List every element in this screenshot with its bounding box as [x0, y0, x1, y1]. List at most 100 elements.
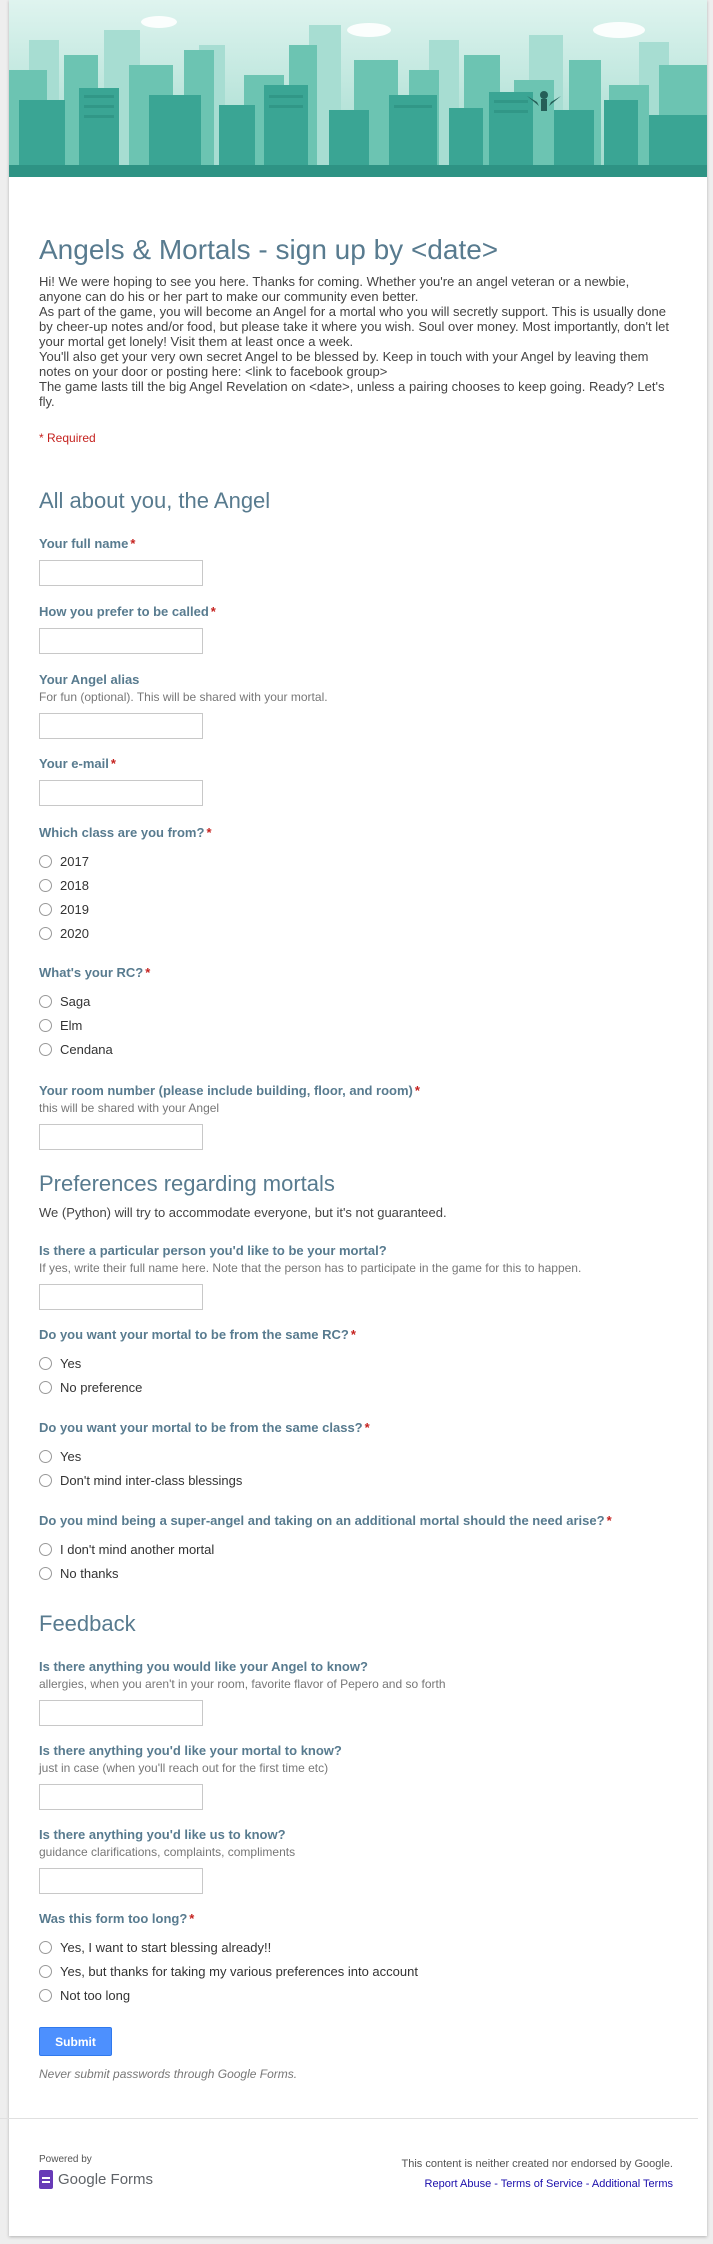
radio-option[interactable]: 2020 [39, 921, 659, 945]
called-input[interactable] [39, 628, 203, 654]
question-help: just in case (when you'll reach out for … [39, 1761, 329, 1775]
radio-button[interactable] [39, 1380, 52, 1394]
question-help: this will be shared with your Angel [39, 1101, 220, 1115]
question-too-long: Was this form too long? * Yes, I want to … [39, 1911, 659, 2007]
radio-button[interactable] [39, 1449, 52, 1463]
radio-option[interactable]: 2019 [39, 897, 659, 921]
radio-option[interactable]: Don't mind inter-class blessings [39, 1468, 659, 1492]
question-room: Your room number (please include buildin… [39, 1083, 659, 1150]
room-input[interactable] [39, 1124, 203, 1150]
question-label: Was this form too long? [39, 1911, 188, 1926]
required-star: * [350, 1327, 356, 1342]
radio-button[interactable] [39, 1542, 52, 1556]
radio-button[interactable] [39, 1964, 52, 1978]
radio-option[interactable]: No preference [39, 1375, 659, 1399]
radio-option[interactable]: I don't mind another mortal [39, 1537, 659, 1561]
question-same-rc: Do you want your mortal to be from the s… [39, 1327, 659, 1399]
question-help: If yes, write their full name here. Note… [39, 1261, 582, 1275]
radio-button[interactable] [39, 1018, 52, 1032]
radio-option[interactable]: Yes, but thanks for taking my various pr… [39, 1959, 659, 1983]
radio-button[interactable] [39, 1473, 52, 1487]
angel-know-input[interactable] [39, 1700, 203, 1726]
required-star: * [206, 825, 212, 840]
question-angel-know: Is there anything you would like your An… [39, 1659, 659, 1726]
question-same-class: Do you want your mortal to be from the s… [39, 1420, 659, 1492]
question-mortal-know: Is there anything you'd like your mortal… [39, 1743, 659, 1810]
question-label: Do you want your mortal to be from the s… [39, 1327, 349, 1342]
question-label: Is there anything you'd like your mortal… [39, 1743, 342, 1758]
required-star: * [606, 1513, 612, 1528]
required-note: * Required [39, 431, 96, 445]
question-email: Your e-mail * [39, 756, 659, 806]
particular-input[interactable] [39, 1284, 203, 1310]
radio-option[interactable]: 2017 [39, 849, 659, 873]
form-description-line: As part of the game, you will become an … [39, 304, 669, 349]
additional-terms-link[interactable]: Additional Terms [592, 2178, 673, 2190]
question-label: How you prefer to be called [39, 604, 209, 619]
question-help: guidance clarifications, complaints, com… [39, 1845, 296, 1859]
radio-button[interactable] [39, 1940, 52, 1954]
question-label: Your Angel alias [39, 672, 140, 687]
required-star: * [145, 965, 151, 980]
terms-of-service-link[interactable]: Terms of Service [501, 2178, 583, 2190]
question-label: Your e-mail [39, 756, 109, 771]
radio-option[interactable]: Saga [39, 989, 659, 1013]
radio-button[interactable] [39, 1042, 52, 1056]
radio-button[interactable] [39, 1566, 52, 1580]
radio-button[interactable] [39, 902, 52, 916]
radio-option[interactable]: Not too long [39, 1983, 659, 2007]
question-label: Your room number (please include buildin… [39, 1083, 413, 1098]
question-rc: What's your RC? * Saga Elm Cendana [39, 965, 659, 1061]
radio-button[interactable] [39, 854, 52, 868]
radio-option[interactable]: Yes, I want to start blessing already!! [39, 1935, 659, 1959]
footer-divider [0, 2118, 698, 2119]
question-called: How you prefer to be called * [39, 604, 659, 654]
email-input[interactable] [39, 780, 203, 806]
google-disclaimer: This content is neither created nor endo… [401, 2158, 674, 2170]
question-label: Is there a particular person you'd like … [39, 1243, 387, 1258]
required-star: * [189, 1911, 195, 1926]
question-class: Which class are you from? * 2017 2018 201… [39, 825, 659, 945]
radio-option[interactable]: Cendana [39, 1037, 659, 1061]
question-label: Is there anything you'd like us to know? [39, 1827, 286, 1842]
question-full-name: Your full name * [39, 536, 659, 586]
password-warning: Never submit passwords through Google Fo… [39, 2067, 298, 2081]
required-star: * [364, 1420, 370, 1435]
radio-button[interactable] [39, 926, 52, 940]
link-separator: - [582, 2178, 592, 2190]
report-abuse-link[interactable]: Report Abuse [425, 2178, 492, 2190]
question-label: Do you want your mortal to be from the s… [39, 1420, 363, 1435]
question-particular: Is there a particular person you'd like … [39, 1243, 659, 1310]
submit-button[interactable]: Submit [39, 2027, 112, 2056]
full-name-input[interactable] [39, 560, 203, 586]
mortal-know-input[interactable] [39, 1784, 203, 1810]
section-title-feedback: Feedback [39, 1611, 136, 1636]
radio-button[interactable] [39, 1988, 52, 2002]
radio-option[interactable]: No thanks [39, 1561, 659, 1585]
question-label: Your full name [39, 536, 129, 551]
radio-button[interactable] [39, 878, 52, 892]
question-super-angel: Do you mind being a super-angel and taki… [39, 1513, 659, 1585]
radio-option[interactable]: Elm [39, 1013, 659, 1037]
question-label: Is there anything you would like your An… [39, 1659, 368, 1674]
section-title-preferences: Preferences regarding mortals [39, 1171, 335, 1196]
google-forms-logo[interactable]: Google Forms [39, 2170, 153, 2189]
form-header: Angels & Mortals - sign up by <date> Hi!… [39, 233, 669, 445]
us-know-input[interactable] [39, 1868, 203, 1894]
form-description-line: Hi! We were hoping to see you here. Than… [39, 274, 633, 304]
radio-button[interactable] [39, 1356, 52, 1370]
radio-option[interactable]: Yes [39, 1351, 659, 1375]
required-star: * [414, 1083, 420, 1098]
radio-option[interactable]: 2018 [39, 873, 659, 897]
footer-links: Report Abuse - Terms of Service - Additi… [425, 2178, 673, 2190]
alias-input[interactable] [39, 713, 203, 739]
radio-option[interactable]: Yes [39, 1444, 659, 1468]
question-alias: Your Angel alias For fun (optional). Thi… [39, 672, 659, 739]
form-description: Hi! We were hoping to see you here. Than… [39, 274, 669, 409]
required-star: * [130, 536, 136, 551]
google-forms-icon [39, 2170, 53, 2189]
question-us-know: Is there anything you'd like us to know?… [39, 1827, 659, 1894]
radio-button[interactable] [39, 994, 52, 1008]
header-banner-image [9, 0, 707, 177]
form-title: Angels & Mortals - sign up by <date> [39, 234, 499, 265]
